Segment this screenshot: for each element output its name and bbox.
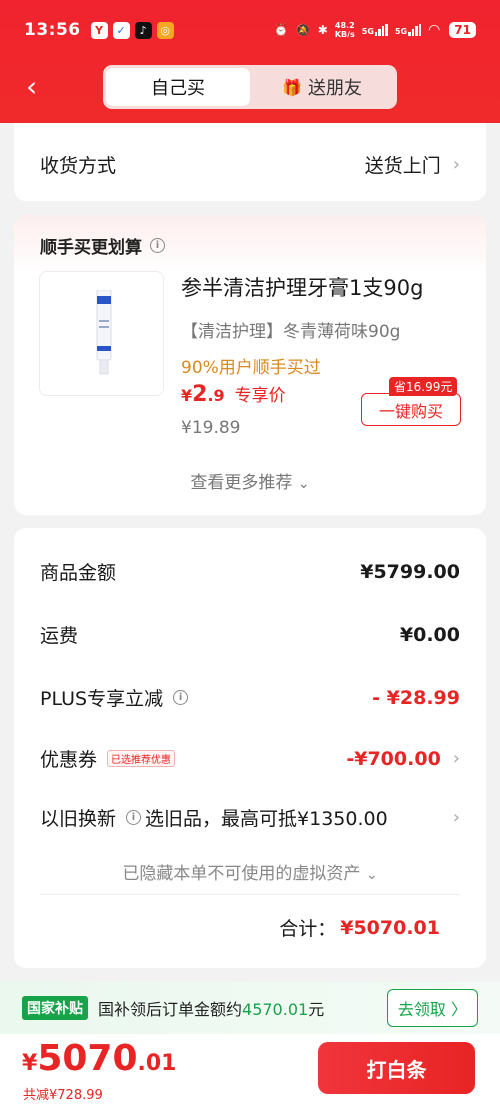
network-speed: 48.2 KB/s — [334, 21, 355, 39]
recommended-coupon-chip: 已选推荐优惠 — [107, 750, 176, 767]
coupon-amount: -¥700.00 — [346, 747, 441, 770]
app-notification-icon: Y — [90, 21, 108, 39]
goods-amount: ¥5799.00 — [360, 560, 460, 583]
status-time: 13:56 — [24, 20, 81, 40]
plus-discount-row: PLUS专享立减 i - ¥28.99 — [40, 686, 460, 711]
order-total-amount: ¥5070.01 — [340, 916, 440, 939]
chevron-down-icon: ⌄ — [365, 867, 378, 883]
tab-buy-for-self[interactable]: 自己买 — [106, 68, 250, 106]
app-notification-icon: ✓ — [112, 21, 130, 39]
toothpaste-image — [96, 290, 112, 375]
order-total: 合计： ¥5070.01 — [279, 916, 440, 941]
delivery-card: 收货方式 送货上门 › — [14, 123, 486, 201]
purchase-mode-toggle: 自己买 🎁 送朋友 — [103, 65, 397, 109]
mute-icon: 🔕 — [295, 23, 311, 37]
order-summary-card: 商品金额 ¥5799.00 运费 ¥0.00 PLUS专享立减 i - ¥28.… — [14, 528, 486, 968]
product-spec: 【清洁护理】冬青薄荷味90g — [181, 322, 401, 342]
back-arrow-icon[interactable]: ‹ — [26, 73, 56, 103]
pay-with-baitiao-button[interactable]: 打白条 — [318, 1042, 475, 1094]
claim-subsidy-button[interactable]: 去领取 〉 — [386, 989, 478, 1027]
savings-badge: 省16.99元 — [389, 377, 458, 396]
delivery-method-row[interactable]: 收货方式 送货上门 › — [40, 151, 460, 178]
chevron-right-icon: › — [452, 154, 460, 175]
notification-icons: Y ✓ ♪ ◎ — [90, 21, 174, 39]
product-name[interactable]: 参半清洁护理牙膏1支90g — [181, 272, 423, 302]
bluetooth-icon: ✱ — [317, 23, 328, 37]
signal-icon: 5G — [395, 24, 422, 36]
tiktok-icon: ♪ — [134, 21, 152, 39]
status-indicators: ⏰ 🔕 ✱ 48.2 KB/s 5G 5G ◠ 71 — [274, 21, 476, 39]
status-bar: 13:56 Y ✓ ♪ ◎ ⏰ 🔕 ✱ 48.2 KB/s 5G 5G ◠ 71 — [0, 0, 500, 60]
coupon-row[interactable]: 优惠券 已选推荐优惠 -¥700.00 › — [40, 745, 460, 772]
delivery-label: 收货方式 — [40, 155, 117, 177]
chevron-right-icon: › — [452, 748, 460, 769]
divider — [40, 894, 460, 895]
battery-icon: 71 — [449, 22, 476, 38]
product-image[interactable] — [39, 271, 164, 396]
alarm-icon: ⏰ — [273, 23, 289, 37]
chevron-right-icon: › — [452, 807, 460, 828]
wifi-icon: ◠ — [428, 22, 441, 38]
more-recommendations-link[interactable]: 查看更多推荐 ⌄ — [14, 468, 486, 493]
info-icon[interactable]: i — [150, 238, 165, 253]
checkout-bar: ¥ 5070 .01 共减¥728.99 打白条 — [0, 1034, 500, 1111]
trade-in-row[interactable]: 以旧换新 i 选旧品，最高可抵¥1350.00 › — [40, 804, 460, 831]
plus-discount-amount: - ¥28.99 — [372, 686, 460, 709]
hidden-assets-note[interactable]: 已隐藏本单不可使用的虚拟资产 ⌄ — [14, 859, 486, 884]
payable-amount: ¥ 5070 .01 — [22, 1038, 177, 1079]
national-subsidy-bar: 国家补贴 国补领后订单金额约4570.01元 去领取 〉 — [0, 982, 500, 1034]
product-buyers-note: 90%用户顺手买过 — [181, 358, 321, 378]
total-saved: 共减¥728.99 — [23, 1088, 103, 1103]
one-click-buy-button[interactable]: 一键购买 — [361, 393, 461, 426]
delivery-value: 送货上门 — [364, 155, 441, 177]
exclusive-price-tag: 专享价 — [234, 386, 286, 406]
gift-icon: 🎁 — [282, 77, 302, 97]
chevron-down-icon: ⌄ — [297, 476, 310, 492]
product-original-price: ¥19.89 — [181, 418, 241, 438]
recommendation-card: 顺手买更划算 i 参半清洁护理牙膏1支90g 【清洁护理】冬青薄荷味90g 90… — [14, 215, 486, 515]
tab-send-to-friend[interactable]: 🎁 送朋友 — [250, 68, 394, 106]
app-notification-icon: ◎ — [156, 21, 174, 39]
shipping-amount: ¥0.00 — [399, 623, 460, 646]
product-price: ¥ 2 .9 专享价 — [181, 382, 286, 407]
goods-amount-row: 商品金额 ¥5799.00 — [40, 560, 460, 585]
recommendation-title: 顺手买更划算 i — [40, 233, 165, 258]
info-icon[interactable]: i — [126, 810, 142, 825]
shipping-row: 运费 ¥0.00 — [40, 623, 460, 648]
subsidy-text: 国补领后订单金额约4570.01元 — [98, 1000, 325, 1019]
info-icon[interactable]: i — [173, 690, 189, 705]
subsidy-tag: 国家补贴 — [22, 996, 88, 1020]
trade-in-note: 选旧品，最高可抵¥1350.00 — [145, 808, 388, 830]
signal-icon: 5G — [362, 24, 388, 36]
